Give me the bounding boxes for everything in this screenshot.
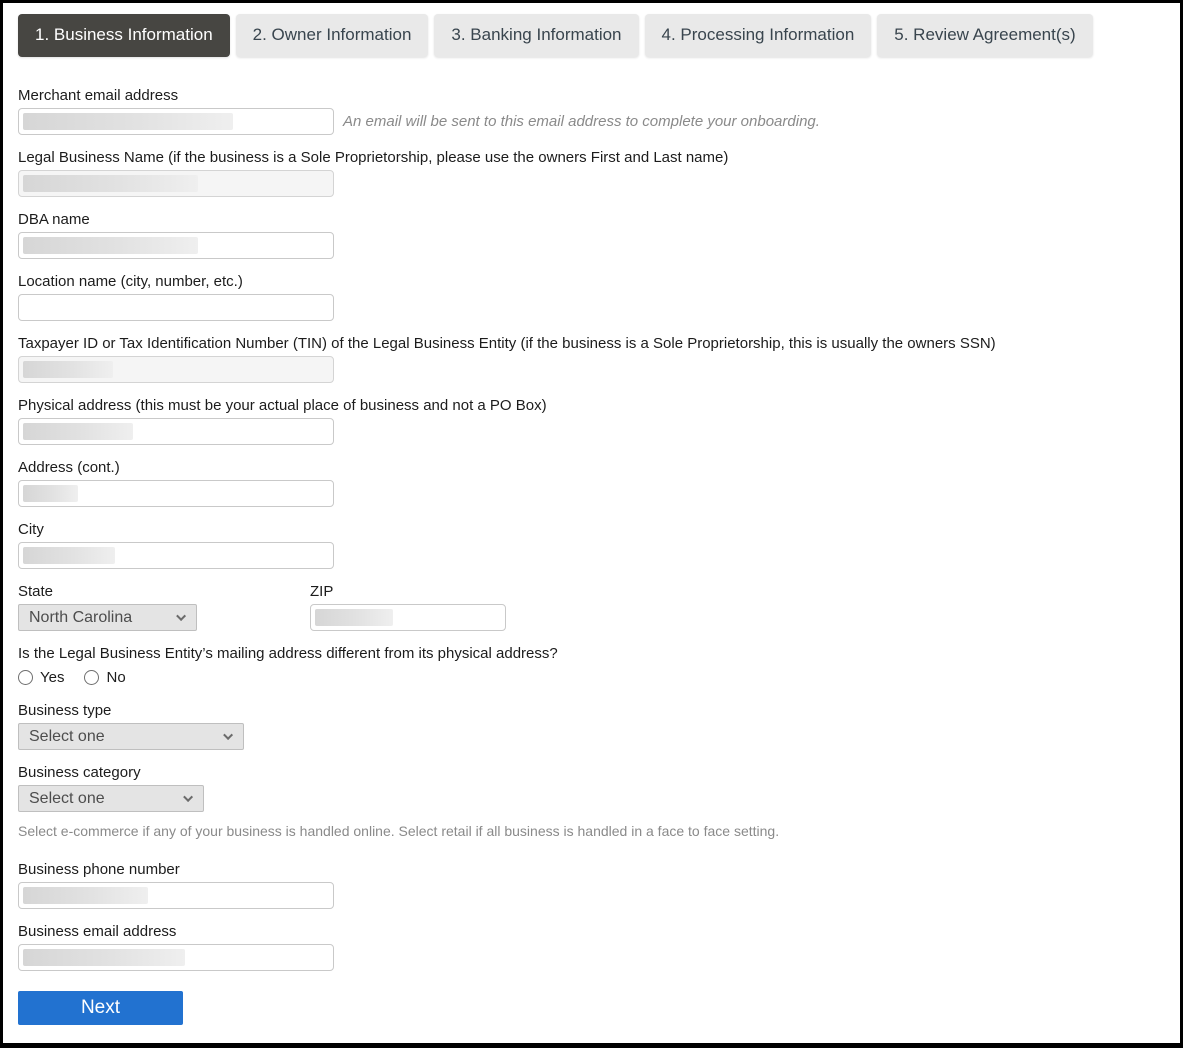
zip-label: ZIP [310,583,506,601]
business-category-helper: Select e-commerce if any of your busines… [18,823,1165,839]
mailing-different-label: Is the Legal Business Entity’s mailing a… [18,645,1165,663]
onboarding-form-page: 1. Business Information 2. Owner Informa… [3,3,1180,1025]
field-mailing-different: Is the Legal Business Entity’s mailing a… [18,645,1165,686]
chevron-down-icon [176,611,186,621]
merchant-email-label: Merchant email address [18,87,1165,105]
state-select[interactable]: North Carolina [18,604,197,631]
business-email-label: Business email address [18,923,1165,941]
radio-no[interactable]: No [84,669,125,686]
tin-label: Taxpayer ID or Tax Identification Number… [18,335,1165,353]
field-city: City [18,521,1165,569]
field-dba-name: DBA name [18,211,1165,259]
zip-input[interactable] [310,604,506,631]
redacted-value [23,361,113,378]
redacted-value [23,547,115,564]
state-label: State [18,583,310,601]
business-phone-input[interactable] [18,882,334,909]
tab-review-agreements[interactable]: 5. Review Agreement(s) [877,14,1092,57]
city-label: City [18,521,1165,539]
tab-processing-information[interactable]: 4. Processing Information [645,14,872,57]
physical-address-input[interactable] [18,418,334,445]
field-tin: Taxpayer ID or Tax Identification Number… [18,335,1165,383]
radio-button-icon [18,670,33,685]
radio-button-icon [84,670,99,685]
field-address-cont: Address (cont.) [18,459,1165,507]
redacted-value [315,609,393,626]
chevron-down-icon [223,730,233,740]
radio-yes[interactable]: Yes [18,669,64,686]
field-zip: ZIP [310,583,506,631]
business-email-input[interactable] [18,944,334,971]
radio-no-label: No [106,669,125,686]
location-name-input[interactable] [18,294,334,321]
field-merchant-email: Merchant email address An email will be … [18,87,1165,135]
redacted-value [23,175,198,192]
field-business-category: Business category Select one Select e-co… [18,764,1165,839]
dba-name-input[interactable] [18,232,334,259]
business-information-form: Merchant email address An email will be … [18,87,1165,1025]
physical-address-label: Physical address (this must be your actu… [18,397,1165,415]
redacted-value [23,887,148,904]
business-type-select-value: Select one [29,728,105,746]
step-tab-bar: 1. Business Information 2. Owner Informa… [18,14,1165,57]
business-category-select-value: Select one [29,790,105,808]
field-business-email: Business email address [18,923,1165,971]
field-physical-address: Physical address (this must be your actu… [18,397,1165,445]
legal-business-name-input[interactable] [18,170,334,197]
state-select-value: North Carolina [29,609,132,627]
location-name-label: Location name (city, number, etc.) [18,273,1165,291]
merchant-email-helper: An email will be sent to this email addr… [343,113,820,130]
redacted-value [23,113,233,130]
business-type-select[interactable]: Select one [18,723,244,750]
business-category-select[interactable]: Select one [18,785,204,812]
tab-owner-information[interactable]: 2. Owner Information [236,14,429,57]
address-cont-label: Address (cont.) [18,459,1165,477]
field-state: State North Carolina [18,583,310,631]
tab-business-information[interactable]: 1. Business Information [18,14,230,57]
field-state-zip-row: State North Carolina ZIP [18,583,1165,631]
redacted-value [23,237,198,254]
business-type-label: Business type [18,702,1165,720]
redacted-value [23,949,185,966]
address-cont-input[interactable] [18,480,334,507]
mailing-different-options: Yes No [18,669,1165,686]
tin-input[interactable] [18,356,334,383]
merchant-email-input[interactable] [18,108,334,135]
redacted-value [23,485,78,502]
chevron-down-icon [183,792,193,802]
field-location-name: Location name (city, number, etc.) [18,273,1165,321]
radio-yes-label: Yes [40,669,64,686]
next-button[interactable]: Next [18,991,183,1025]
dba-name-label: DBA name [18,211,1165,229]
field-legal-business-name: Legal Business Name (if the business is … [18,149,1165,197]
field-business-phone: Business phone number [18,861,1165,909]
redacted-value [23,423,133,440]
tab-banking-information[interactable]: 3. Banking Information [434,14,638,57]
city-input[interactable] [18,542,334,569]
legal-business-name-label: Legal Business Name (if the business is … [18,149,1165,167]
business-category-label: Business category [18,764,1165,782]
business-phone-label: Business phone number [18,861,1165,879]
field-business-type: Business type Select one [18,702,1165,750]
